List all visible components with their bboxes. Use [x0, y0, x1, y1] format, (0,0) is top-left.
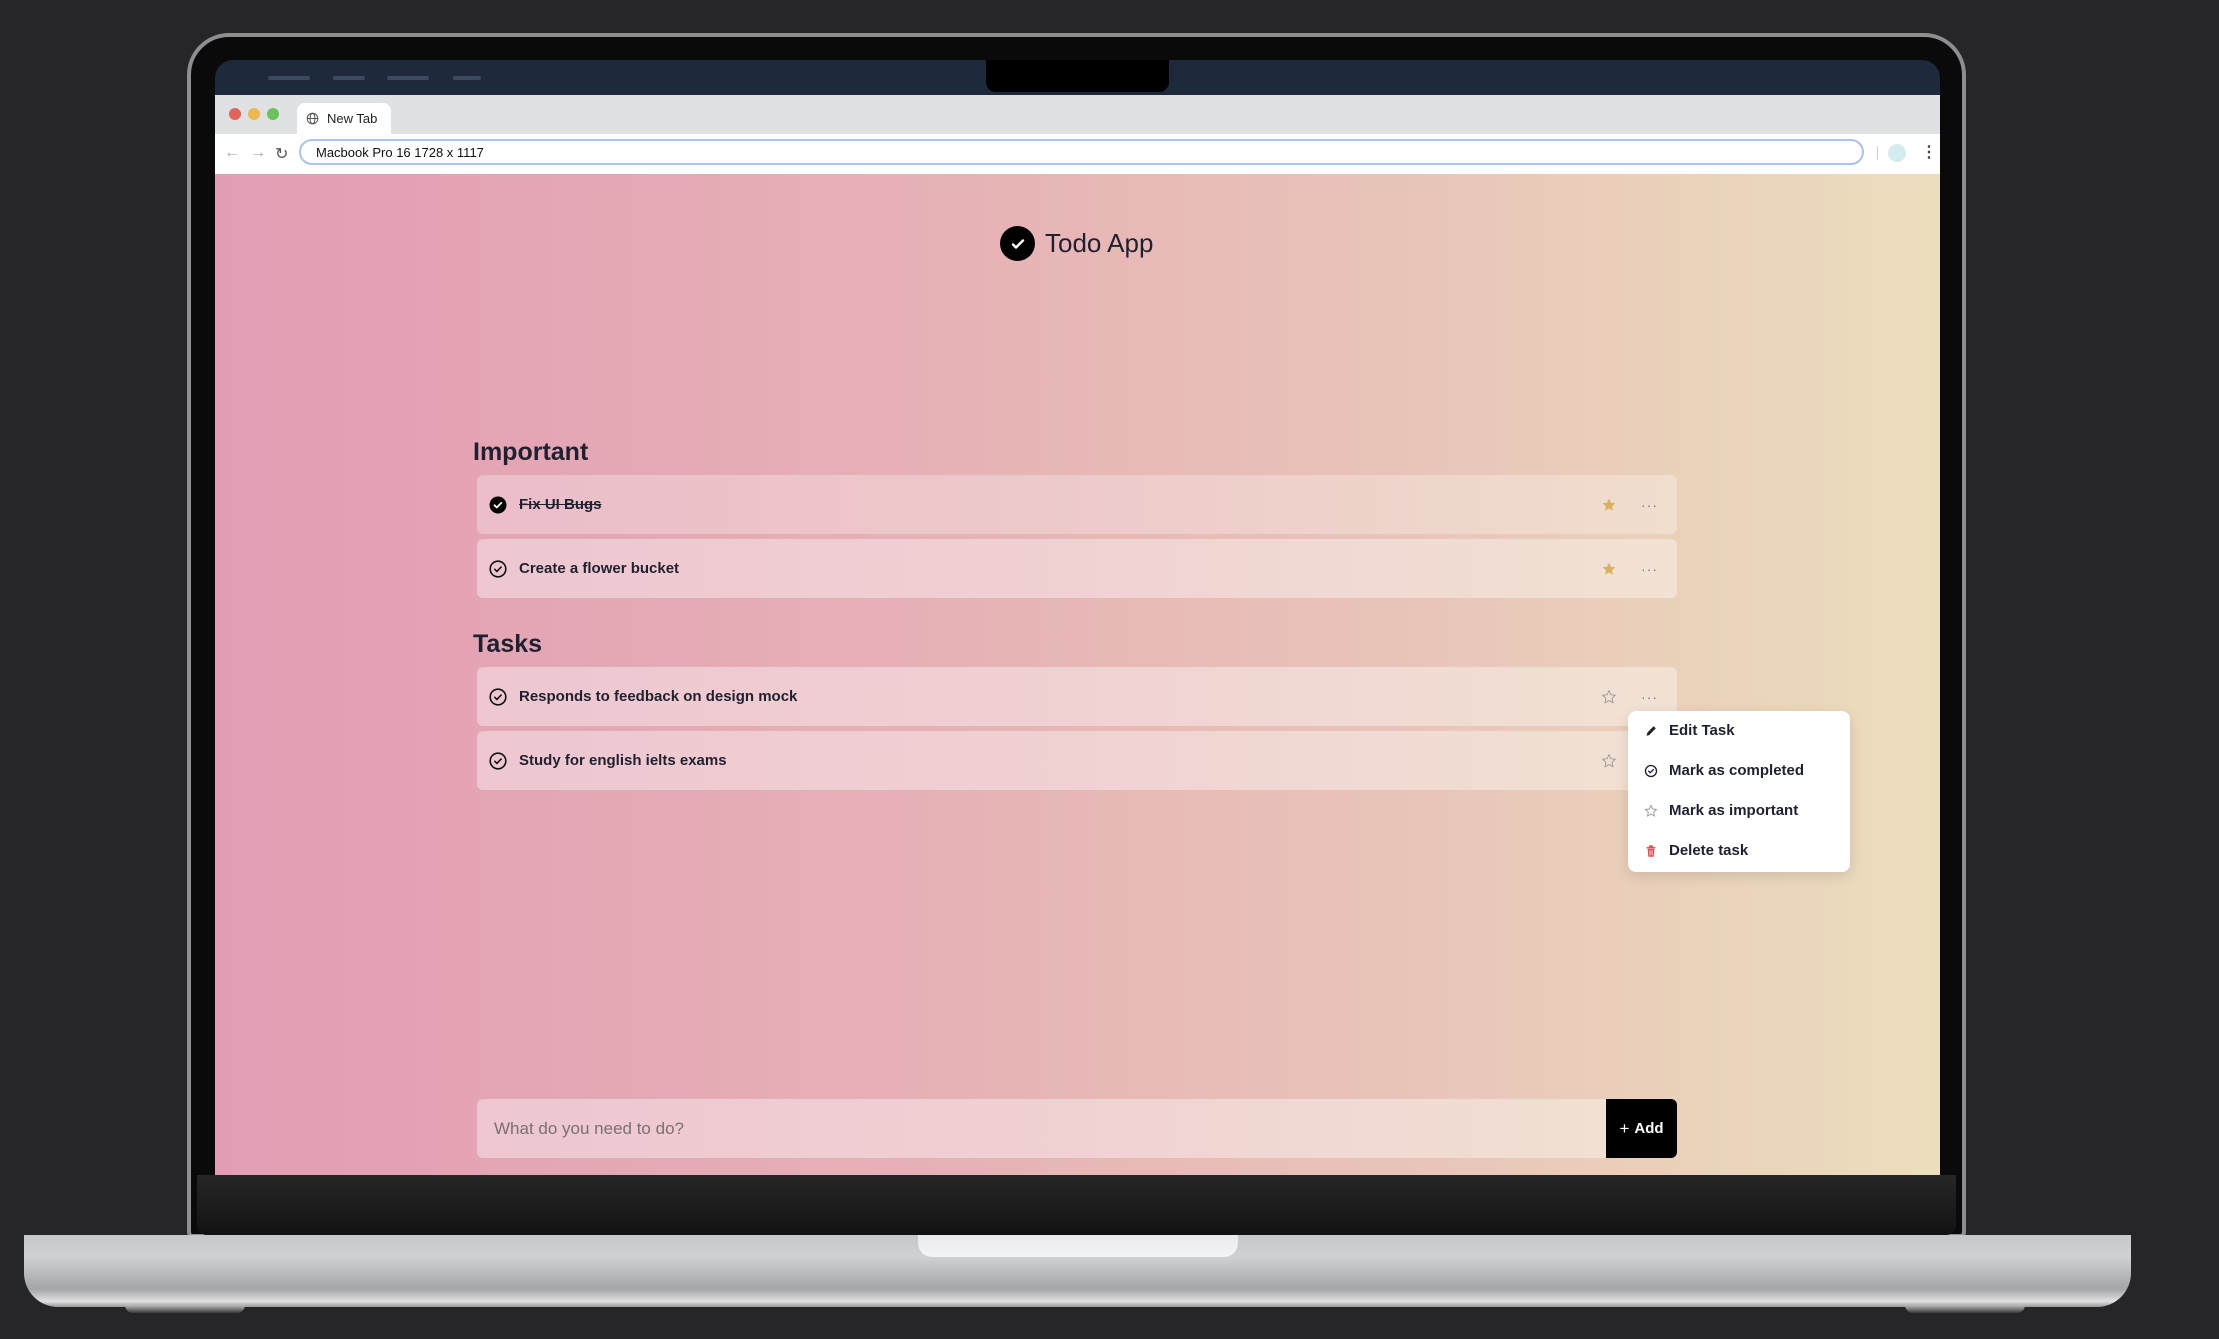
- task-row[interactable]: Fix UI Bugs ···: [477, 475, 1677, 534]
- menu-placeholder[interactable]: [453, 76, 481, 80]
- maximize-window-button[interactable]: [267, 108, 279, 120]
- profile-avatar[interactable]: [1888, 144, 1906, 162]
- pencil-icon: [1646, 725, 1656, 736]
- check-logo-icon: [1000, 226, 1035, 261]
- task-label: Fix UI Bugs: [519, 496, 602, 513]
- browser-toolbar: ← → ↻ Macbook Pro 16 1728 x 1117 ⋮: [215, 134, 1940, 175]
- task-row[interactable]: Responds to feedback on design mock ···: [477, 667, 1677, 726]
- reload-icon[interactable]: ↻: [275, 144, 288, 164]
- more-options-icon[interactable]: ···: [1641, 497, 1657, 513]
- os-menubar: [215, 60, 1940, 95]
- menu-placeholder[interactable]: [268, 76, 310, 80]
- task-label: Study for english ielts exams: [519, 752, 727, 769]
- menu-item-label: Edit Task: [1669, 722, 1735, 739]
- new-task-input[interactable]: [477, 1099, 1606, 1158]
- browser-menu-icon[interactable]: ⋮: [1921, 142, 1937, 162]
- laptop-foot-left: [125, 1305, 245, 1313]
- address-text: Macbook Pro 16 1728 x 1117: [316, 144, 484, 160]
- address-bar[interactable]: Macbook Pro 16 1728 x 1117: [299, 139, 1864, 165]
- more-options-icon[interactable]: ···: [1641, 561, 1657, 577]
- add-button-label: Add: [1634, 1120, 1664, 1137]
- star-filled-icon[interactable]: [1601, 497, 1617, 513]
- browser-tab-bar: New Tab: [215, 95, 1940, 134]
- laptop-bezel-bottom: [197, 1175, 1956, 1235]
- menu-item-delete-task[interactable]: Delete task: [1644, 842, 1748, 859]
- laptop-foot-right: [1905, 1305, 2025, 1313]
- check-circle-outline-icon[interactable]: [489, 751, 507, 770]
- toolbar-divider: [1877, 146, 1878, 160]
- menu-item-label: Mark as completed: [1669, 762, 1805, 779]
- task-label: Responds to feedback on design mock: [519, 688, 798, 705]
- add-task-button[interactable]: + Add: [1606, 1099, 1677, 1158]
- laptop-base-notch: [918, 1235, 1238, 1257]
- back-icon[interactable]: ←: [224, 144, 240, 162]
- menu-placeholder[interactable]: [333, 76, 365, 80]
- task-row[interactable]: Study for english ielts exams ···: [477, 731, 1677, 790]
- menu-item-label: Delete task: [1669, 842, 1749, 859]
- menu-placeholder[interactable]: [387, 76, 429, 80]
- menu-item-mark-important[interactable]: Mark as important: [1644, 802, 1798, 819]
- star-outline-icon[interactable]: [1601, 689, 1617, 705]
- todo-app: Todo App Important Fix UI Bugs ··· Creat…: [215, 174, 1940, 1175]
- menu-item-label: Mark as important: [1669, 802, 1799, 819]
- camera-notch: [986, 60, 1169, 92]
- more-options-icon[interactable]: ···: [1641, 689, 1657, 705]
- screen: New Tab ← → ↻ Macbook Pro 16 1728 x 1117…: [215, 60, 1940, 1175]
- menu-item-edit-task[interactable]: Edit Task: [1644, 722, 1735, 739]
- forward-icon[interactable]: →: [250, 144, 266, 162]
- plus-icon: +: [1619, 1118, 1630, 1138]
- check-circle-outline-icon[interactable]: [489, 559, 507, 578]
- task-context-menu: Edit Task Mark as completed Mark as impo…: [1628, 711, 1850, 872]
- task-row[interactable]: Create a flower bucket ···: [477, 539, 1677, 598]
- app-title: Todo App: [1045, 228, 1154, 258]
- trash-icon: [1646, 844, 1656, 857]
- section-heading-tasks: Tasks: [473, 630, 543, 658]
- app-header: Todo App: [1000, 226, 1153, 261]
- check-circle-icon: [1644, 764, 1658, 777]
- star-filled-icon[interactable]: [1601, 561, 1617, 577]
- globe-icon: [306, 112, 319, 125]
- menu-item-mark-completed[interactable]: Mark as completed: [1644, 762, 1804, 779]
- task-label: Create a flower bucket: [519, 560, 680, 577]
- check-circle-outline-icon[interactable]: [489, 687, 507, 706]
- star-outline-icon: [1644, 803, 1658, 817]
- browser-tab[interactable]: New Tab: [297, 103, 391, 134]
- checked-circle-icon[interactable]: [489, 496, 507, 514]
- star-outline-icon[interactable]: [1601, 753, 1617, 769]
- tab-title: New Tab: [327, 111, 378, 126]
- close-window-button[interactable]: [229, 108, 241, 120]
- section-heading-important: Important: [473, 438, 589, 466]
- add-task-form: + Add: [477, 1099, 1677, 1158]
- minimize-window-button[interactable]: [248, 108, 260, 120]
